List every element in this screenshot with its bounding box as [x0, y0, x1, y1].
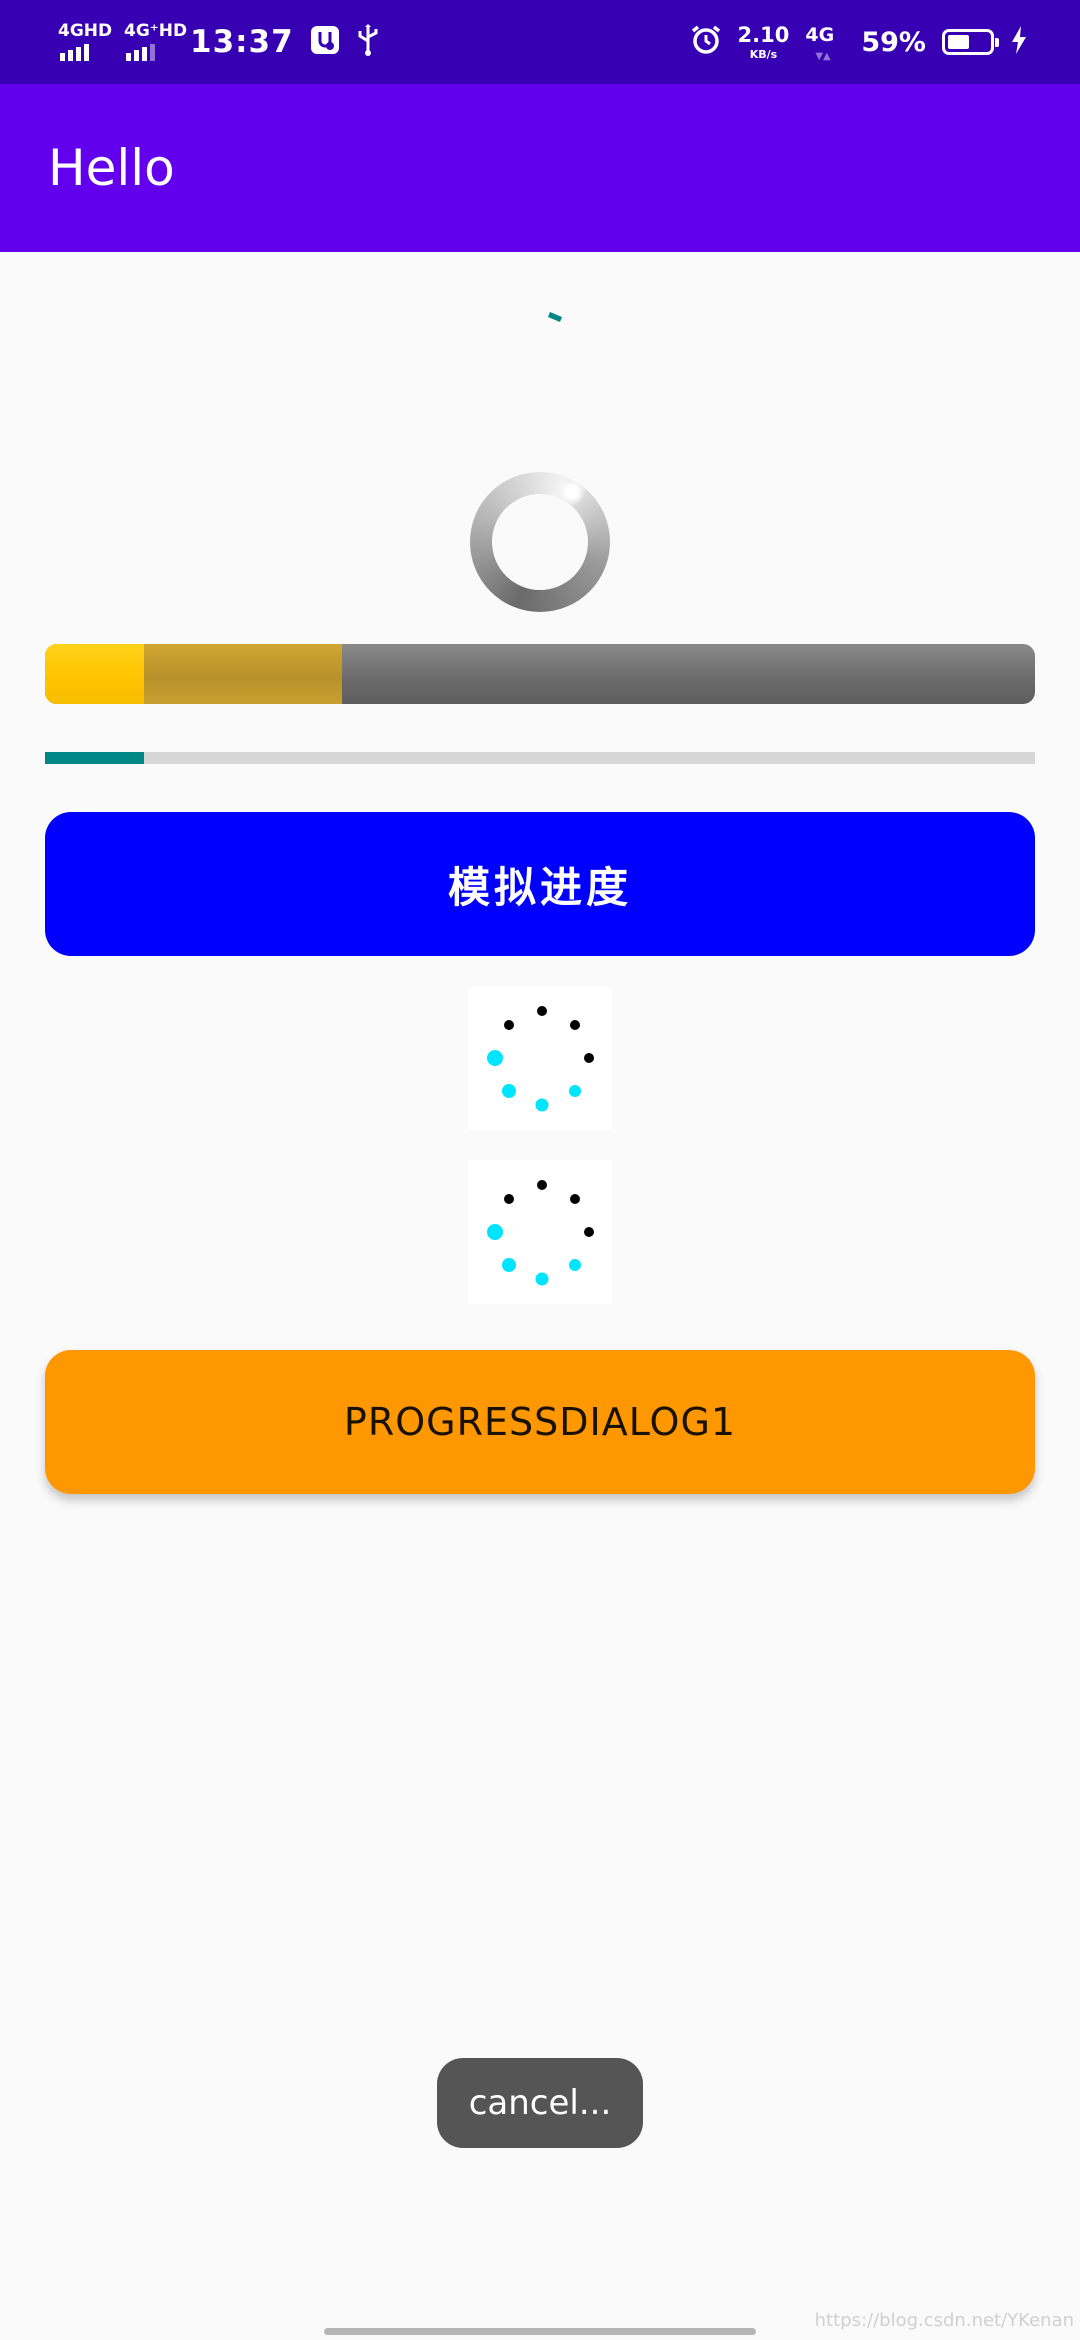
watermark: https://blog.csdn.net/YKenan [814, 2310, 1074, 2331]
network-type-label: 4G⁺HD [124, 21, 188, 41]
battery-icon [942, 29, 999, 55]
custom-progress-bar [45, 644, 1035, 704]
progress-dialog-button[interactable]: PROGRESSDIALOG1 [45, 1350, 1035, 1494]
dot-loading-spinner [468, 986, 612, 1130]
signal-icon: 4GHD [58, 21, 112, 63]
large-progress-spinner [470, 472, 610, 612]
battery-percentage: 59% [861, 26, 926, 58]
screen: 4GHD 4G⁺HD 13:37 2.10 KB/s 4G ▼▲ 59% Hel… [0, 0, 1080, 2340]
charging-icon [1010, 25, 1028, 59]
status-bar: 4GHD 4G⁺HD 13:37 2.10 KB/s 4G ▼▲ 59% [0, 0, 1080, 84]
app-title: Hello [48, 139, 175, 197]
small-progress-spinner [548, 312, 562, 322]
signal-icon: 4G⁺HD [124, 21, 187, 63]
app-bar: Hello [0, 84, 1080, 252]
toast: cancel... [437, 2058, 643, 2148]
network-speed-value: 2.10 [737, 22, 790, 47]
network-type-icon: 4G ▼▲ [805, 24, 835, 62]
toast-text: cancel... [468, 2083, 612, 2123]
usb-icon [356, 23, 380, 61]
simulate-progress-button[interactable]: 模拟进度 [45, 812, 1035, 956]
network-type-label: 4G [805, 24, 835, 46]
primary-progress [45, 644, 144, 704]
progress-fill [45, 752, 144, 764]
usb-debug-icon [310, 25, 340, 59]
alarm-icon [690, 24, 722, 60]
network-speed: 2.10 KB/s [737, 22, 790, 61]
clock: 13:37 [190, 24, 294, 60]
horizontal-progress-bar [45, 752, 1035, 764]
navigation-handle[interactable] [324, 2328, 756, 2335]
network-speed-unit: KB/s [749, 47, 778, 61]
network-type-label: 4GHD [58, 21, 113, 41]
dot-loading-spinner [468, 1160, 612, 1304]
